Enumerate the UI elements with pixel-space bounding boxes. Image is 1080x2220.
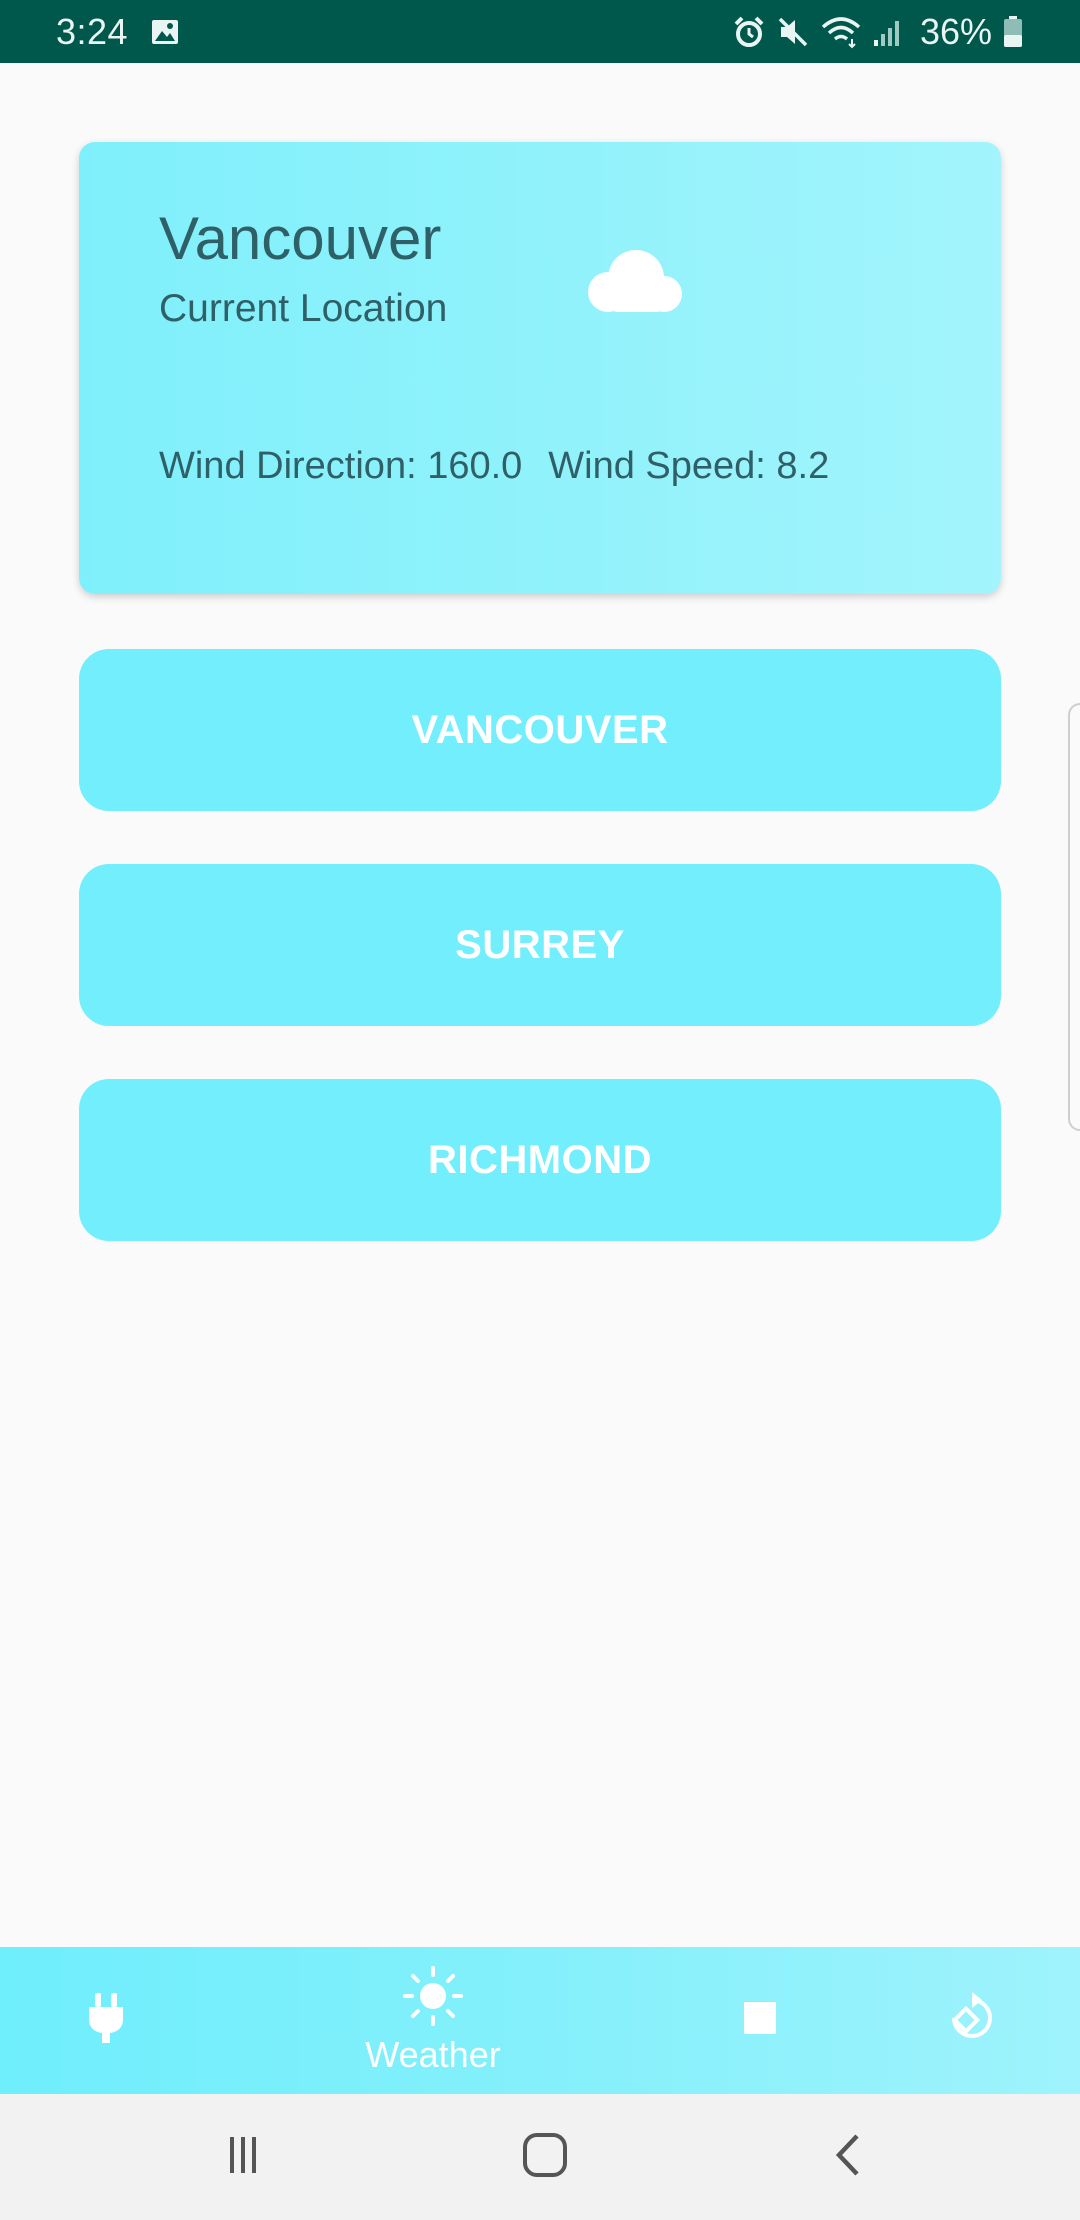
mute-icon [776,15,810,49]
plug-icon [86,1991,126,2050]
surrey-button[interactable]: SURREY [79,864,1001,1026]
battery-icon [1002,15,1024,49]
status-bar: 3:24 36% [0,0,1080,63]
recent-apps-button[interactable] [183,2094,303,2220]
system-navigation-bar [0,2094,1080,2220]
home-icon [522,2132,568,2183]
weather-card: Vancouver Current Location Wind Directio… [79,142,1001,594]
richmond-button[interactable]: RICHMOND [79,1079,1001,1241]
screen-rotate-icon [942,1988,1002,2053]
recent-apps-icon [223,2135,263,2180]
wifi-icon [820,15,862,49]
wind-direction: Wind Direction: 160.0 [159,445,523,487]
cloud-icon [580,244,690,325]
status-left: 3:24 [56,11,180,53]
edge-panel-handle[interactable] [1068,703,1080,1131]
vancouver-button[interactable]: VANCOUVER [79,649,1001,811]
bottom-navigation: Weather [0,1947,1080,2094]
stop-icon [743,2001,777,2040]
back-icon [833,2132,863,2183]
wind-info: Wind Direction: 160.0 Wind Speed: 8.2 [159,445,829,488]
image-notification-icon [150,17,180,47]
nav-item-weather[interactable]: Weather [340,1947,526,2094]
back-button[interactable] [788,2094,908,2220]
alarm-icon [732,15,766,49]
city-name: Vancouver [159,205,442,272]
status-right: 36% [732,11,1024,53]
battery-percentage: 36% [919,10,992,52]
home-button[interactable] [485,2094,605,2220]
wind-speed: Wind Speed: 8.2 [548,445,830,487]
signal-icon [872,16,904,48]
location-label: Current Location [159,287,448,330]
status-time: 3:24 [56,10,129,52]
nav-label-weather: Weather [365,2034,501,2075]
nav-item-rotate[interactable] [932,1947,1012,2094]
nav-item-plug[interactable] [66,1947,146,2094]
nav-item-stop[interactable] [720,1947,800,2094]
sun-icon [402,1965,464,2032]
